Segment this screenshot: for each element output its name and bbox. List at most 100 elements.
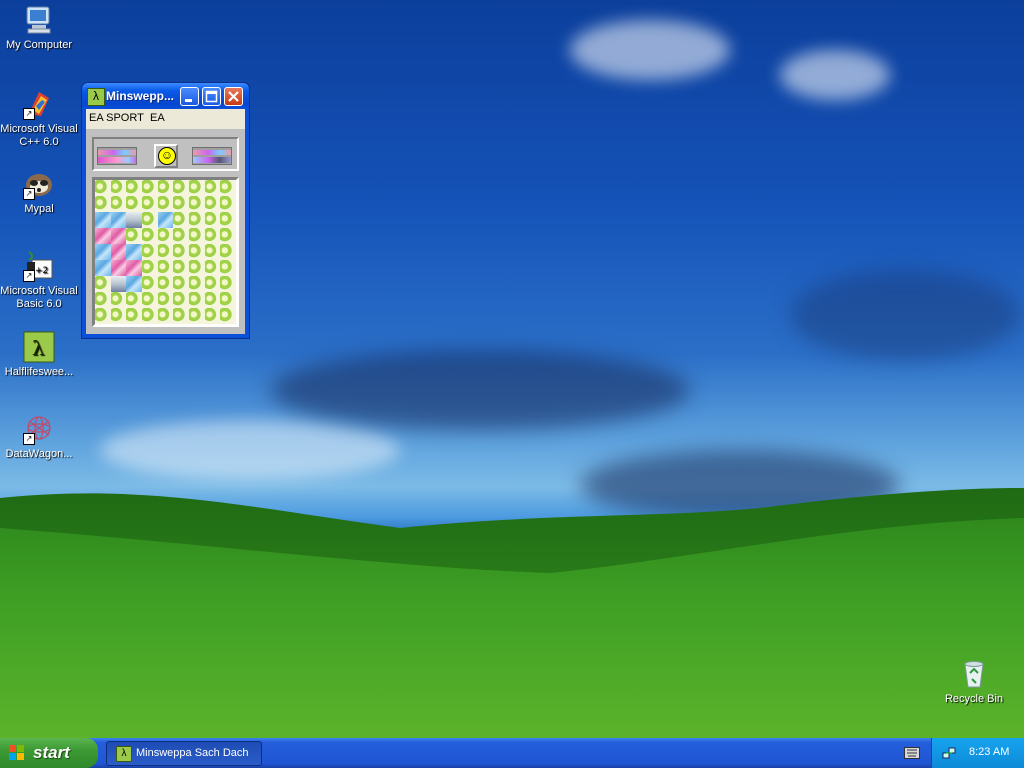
grid-cell[interactable] bbox=[95, 244, 111, 260]
grid-cell[interactable] bbox=[220, 276, 236, 292]
menu-ea-sport[interactable]: EA SPORT bbox=[89, 112, 144, 124]
grid-cell[interactable] bbox=[157, 212, 174, 228]
grid-cell[interactable] bbox=[95, 212, 111, 228]
minimize-button[interactable] bbox=[180, 87, 199, 106]
grid-cell[interactable] bbox=[95, 180, 111, 196]
grid-cell[interactable] bbox=[126, 276, 142, 292]
grid-cell[interactable] bbox=[220, 212, 236, 228]
desktop-icon-visual-basic[interactable]: +2 ↗ Microsoft Visual Basic 6.0 bbox=[0, 250, 79, 311]
grid-cell[interactable] bbox=[189, 260, 205, 276]
grid-cell[interactable] bbox=[142, 292, 158, 308]
grid-cell[interactable] bbox=[189, 276, 205, 292]
grid-cell[interactable] bbox=[110, 292, 127, 308]
network-icon[interactable] bbox=[942, 746, 956, 760]
grid-cell[interactable] bbox=[142, 196, 158, 212]
grid-cell[interactable] bbox=[189, 180, 205, 196]
grid-cell[interactable] bbox=[220, 228, 236, 244]
grid-cell[interactable] bbox=[142, 212, 158, 228]
desktop-icon-datawagon[interactable]: ↗ DataWagon... bbox=[0, 413, 79, 461]
grid-cell[interactable] bbox=[204, 180, 221, 196]
maximize-button[interactable] bbox=[202, 87, 221, 106]
grid-cell[interactable] bbox=[157, 308, 174, 324]
grid-cell[interactable] bbox=[95, 276, 111, 292]
grid-cell[interactable] bbox=[110, 196, 127, 212]
grid-cell[interactable] bbox=[142, 228, 158, 244]
grid-cell[interactable] bbox=[142, 244, 158, 260]
grid-cell[interactable] bbox=[189, 292, 205, 308]
grid-cell[interactable] bbox=[189, 308, 205, 324]
grid-cell[interactable] bbox=[126, 308, 142, 324]
grid-cell[interactable] bbox=[204, 260, 221, 276]
keyboard-icon[interactable] bbox=[904, 747, 920, 759]
grid-cell[interactable] bbox=[126, 260, 142, 276]
grid-cell[interactable] bbox=[110, 276, 127, 292]
grid-cell[interactable] bbox=[157, 228, 174, 244]
grid-cell[interactable] bbox=[189, 244, 205, 260]
grid-cell[interactable] bbox=[95, 308, 111, 324]
grid-cell[interactable] bbox=[110, 260, 127, 276]
start-button[interactable]: start bbox=[0, 738, 98, 768]
grid-cell[interactable] bbox=[204, 228, 221, 244]
smiley-face-button[interactable]: ☺ bbox=[154, 144, 178, 168]
grid-cell[interactable] bbox=[126, 292, 142, 308]
grid-cell[interactable] bbox=[126, 196, 142, 212]
grid-cell[interactable] bbox=[157, 196, 174, 212]
grid-cell[interactable] bbox=[157, 180, 174, 196]
grid-cell[interactable] bbox=[126, 228, 142, 244]
grid-cell[interactable] bbox=[157, 244, 174, 260]
grid-cell[interactable] bbox=[204, 308, 221, 324]
grid-cell[interactable] bbox=[142, 276, 158, 292]
grid-cell[interactable] bbox=[95, 196, 111, 212]
grid-cell[interactable] bbox=[220, 308, 236, 324]
grid-cell[interactable] bbox=[204, 212, 221, 228]
grid-cell[interactable] bbox=[95, 292, 111, 308]
grid-cell[interactable] bbox=[173, 292, 189, 308]
grid-cell[interactable] bbox=[142, 180, 158, 196]
desktop-icon-mypal[interactable]: ↗ Mypal bbox=[0, 168, 79, 216]
grid-cell[interactable] bbox=[126, 180, 142, 196]
grid-cell[interactable] bbox=[126, 212, 142, 228]
grid-cell[interactable] bbox=[189, 228, 205, 244]
grid-cell[interactable] bbox=[189, 196, 205, 212]
desktop-icon-visual-cpp[interactable]: ↗ Microsoft Visual C++ 6.0 bbox=[0, 88, 79, 149]
clock[interactable]: 8:23 AM bbox=[969, 746, 1009, 758]
grid-cell[interactable] bbox=[173, 276, 189, 292]
grid-cell[interactable] bbox=[110, 228, 127, 244]
grid-cell[interactable] bbox=[173, 228, 189, 244]
grid-cell[interactable] bbox=[220, 260, 236, 276]
taskbar-button-minesweeper[interactable]: λ Minsweppa Sach Dach bbox=[106, 741, 262, 766]
desktop-icon-halflifesweeper[interactable]: λ Halflifeswee... bbox=[0, 331, 79, 379]
grid-cell[interactable] bbox=[173, 244, 189, 260]
grid-cell[interactable] bbox=[157, 260, 174, 276]
grid-cell[interactable] bbox=[204, 196, 221, 212]
desktop-icon-recycle-bin[interactable]: Recycle Bin bbox=[934, 658, 1014, 706]
grid-cell[interactable] bbox=[173, 212, 189, 228]
grid-cell[interactable] bbox=[220, 292, 236, 308]
grid-cell[interactable] bbox=[173, 260, 189, 276]
grid-cell[interactable] bbox=[157, 292, 174, 308]
menu-ea[interactable]: EA bbox=[150, 112, 165, 124]
close-button[interactable] bbox=[224, 87, 243, 106]
grid-cell[interactable] bbox=[110, 244, 127, 260]
grid-cell[interactable] bbox=[220, 196, 236, 212]
title-bar[interactable]: λ Minswepp... bbox=[82, 83, 249, 109]
grid-cell[interactable] bbox=[173, 180, 189, 196]
grid-cell[interactable] bbox=[189, 212, 205, 228]
grid-cell[interactable] bbox=[110, 308, 127, 324]
minefield-grid[interactable] bbox=[92, 177, 239, 327]
grid-cell[interactable] bbox=[110, 180, 127, 196]
desktop-icon-my-computer[interactable]: My Computer bbox=[0, 4, 79, 52]
grid-cell[interactable] bbox=[173, 308, 189, 324]
grid-cell[interactable] bbox=[157, 276, 174, 292]
grid-cell[interactable] bbox=[95, 228, 111, 244]
grid-cell[interactable] bbox=[126, 244, 142, 260]
grid-cell[interactable] bbox=[110, 212, 127, 228]
grid-cell[interactable] bbox=[204, 244, 221, 260]
grid-cell[interactable] bbox=[204, 292, 221, 308]
grid-cell[interactable] bbox=[204, 276, 221, 292]
grid-cell[interactable] bbox=[173, 196, 189, 212]
minesweeper-window[interactable]: λ Minswepp... EA SPORT EA ☺ bbox=[81, 82, 250, 339]
grid-cell[interactable] bbox=[95, 260, 111, 276]
grid-cell[interactable] bbox=[142, 260, 158, 276]
grid-cell[interactable] bbox=[220, 244, 236, 260]
